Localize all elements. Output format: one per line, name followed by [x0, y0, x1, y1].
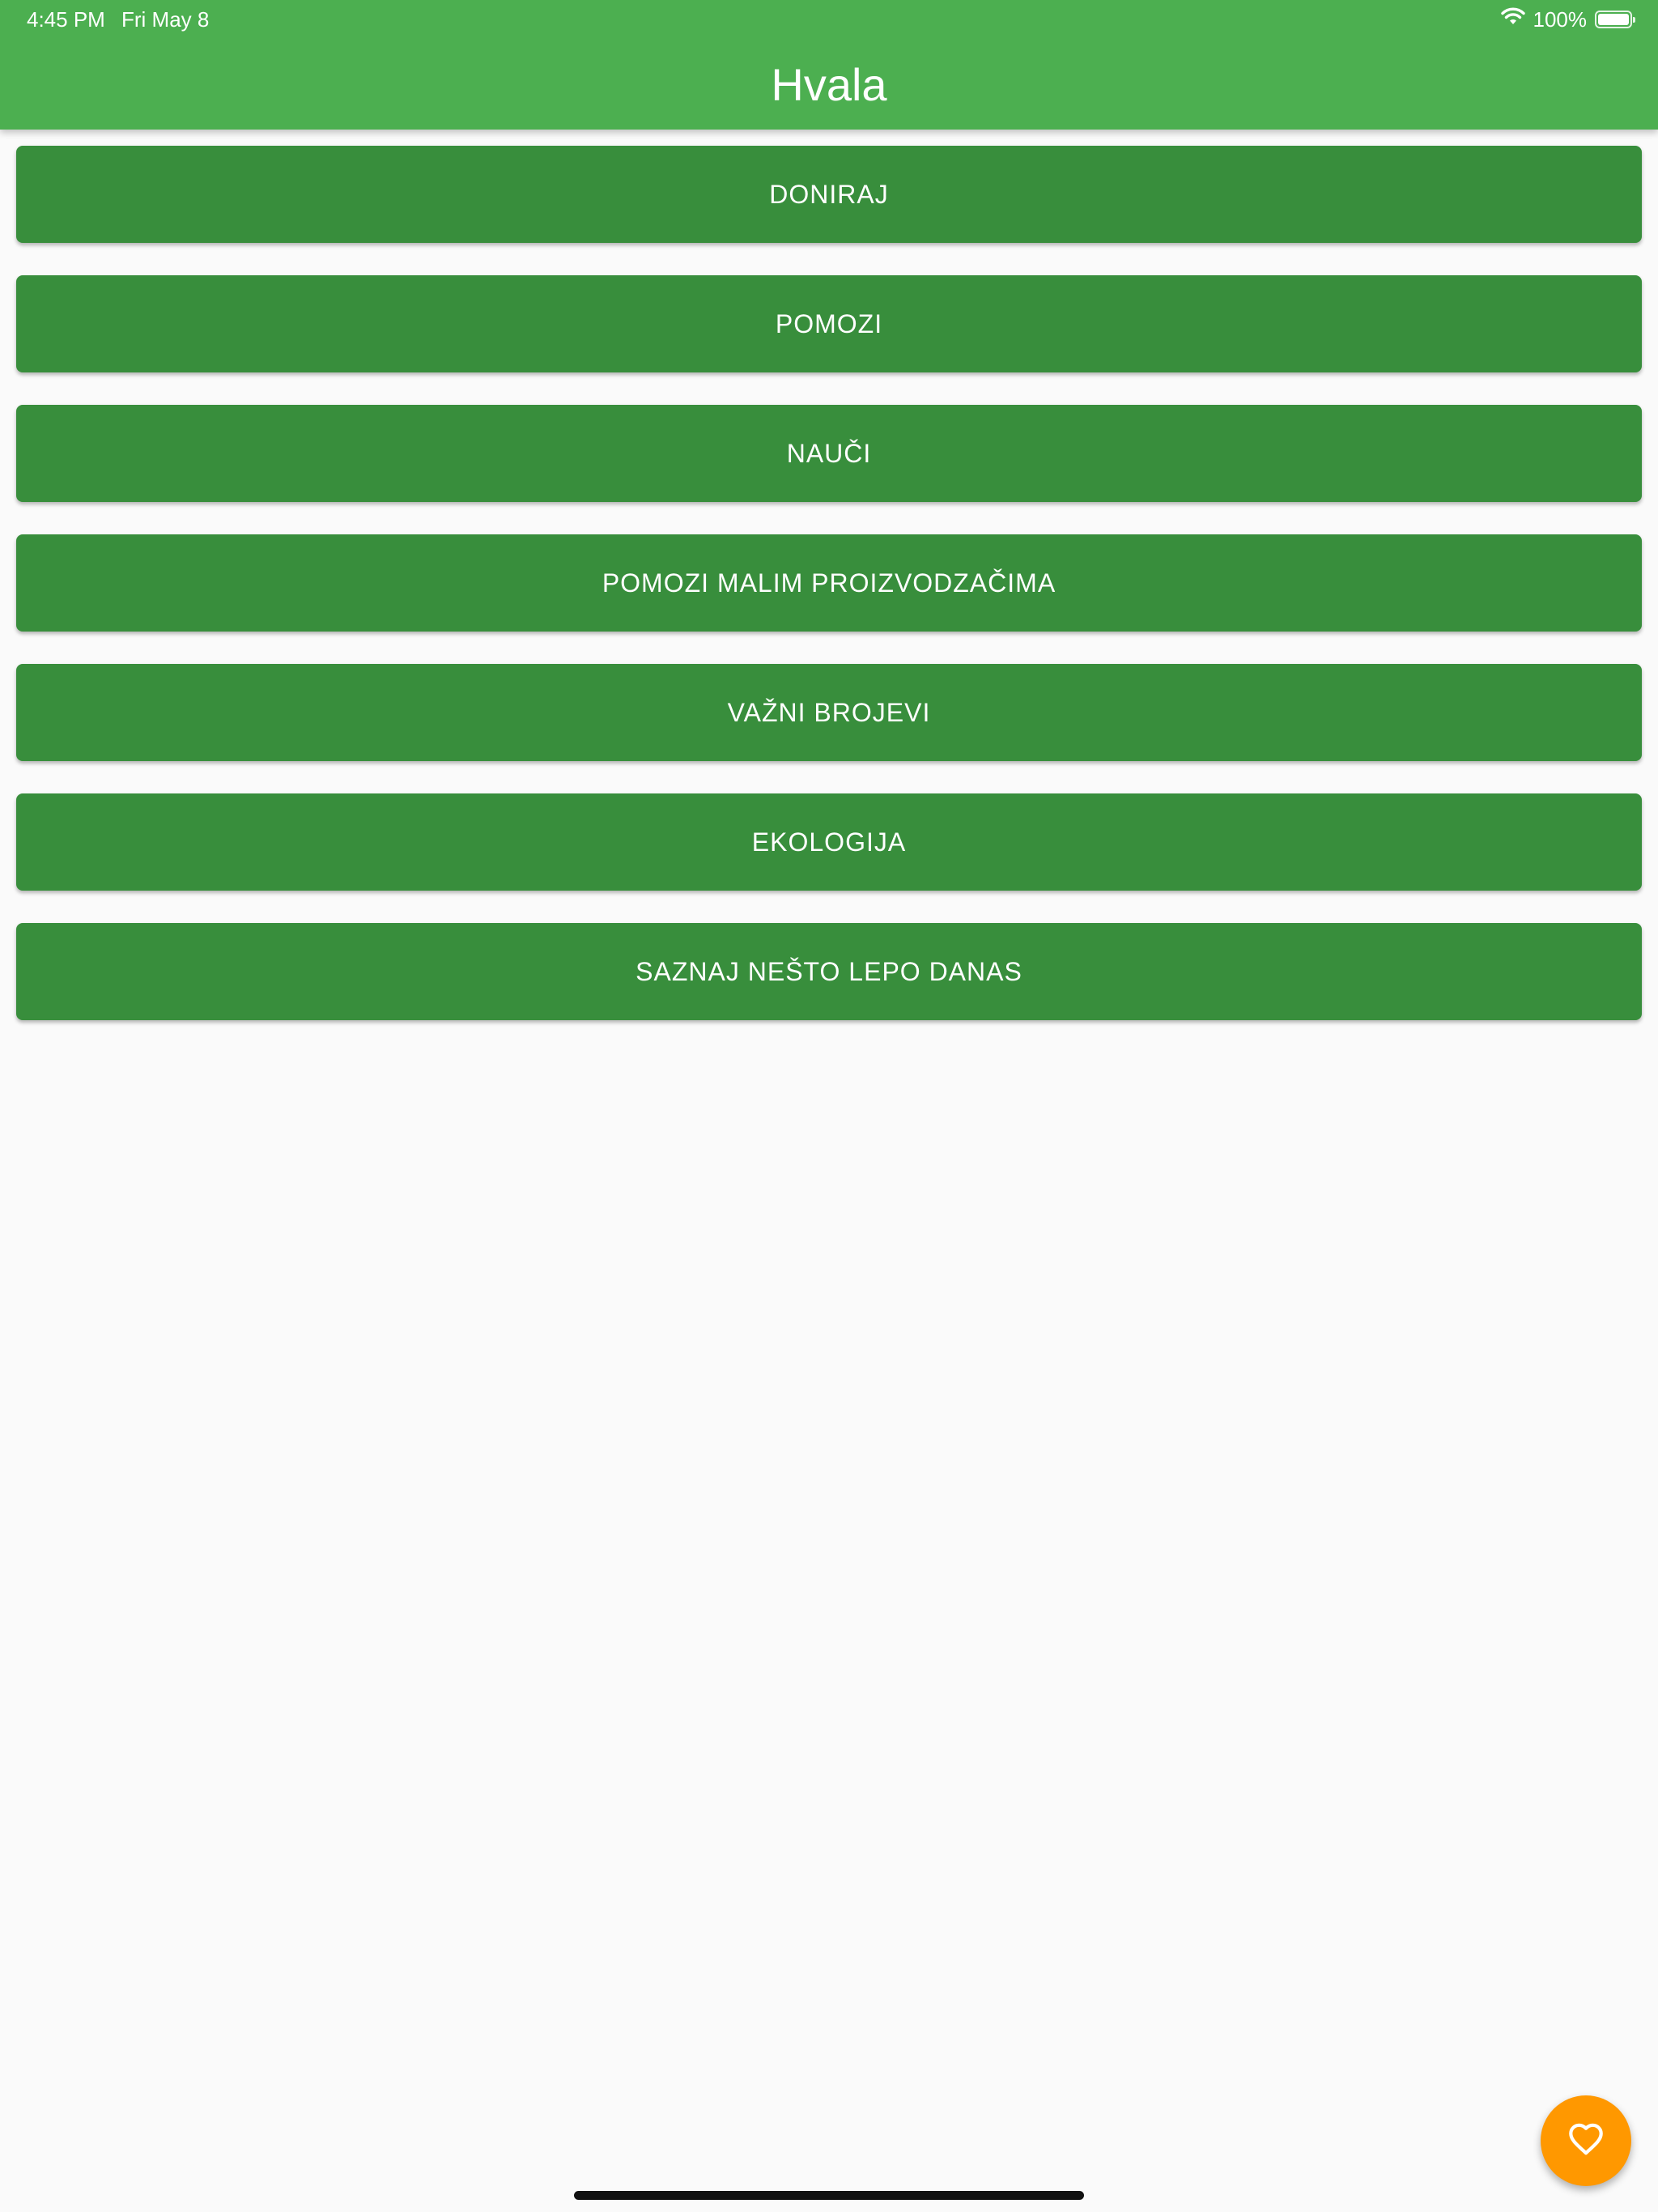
status-date: Fri May 8: [121, 7, 210, 32]
battery-level: [1598, 14, 1629, 25]
menu-button-ekologija[interactable]: EKOLOGIJA: [16, 793, 1642, 891]
battery-tip: [1633, 17, 1635, 23]
menu-button-doniraj[interactable]: DONIRAJ: [16, 146, 1642, 243]
heart-outline-icon: [1567, 2122, 1605, 2160]
menu-button-saznaj-nesto-lepo-danas[interactable]: SAZNAJ NEŠTO LEPO DANAS: [16, 923, 1642, 1020]
menu-button-pomozi[interactable]: POMOZI: [16, 275, 1642, 372]
home-indicator[interactable]: [574, 2191, 1084, 2200]
wifi-icon: [1500, 7, 1525, 32]
menu-button-vazni-brojevi[interactable]: VAŽNI BROJEVI: [16, 664, 1642, 761]
battery-icon: [1595, 11, 1635, 28]
favorite-fab-button[interactable]: [1541, 2095, 1631, 2186]
menu-button-pomozi-malim-proizvodzacima[interactable]: POMOZI MALIM PROIZVODZAČIMA: [16, 534, 1642, 632]
status-time: 4:45 PM: [27, 7, 105, 32]
menu-list: DONIRAJ POMOZI NAUČI POMOZI MALIM PROIZV…: [16, 146, 1642, 1053]
battery-percent: 100%: [1533, 6, 1588, 32]
status-indicators: 100%: [1500, 6, 1635, 32]
menu-button-nauci[interactable]: NAUČI: [16, 405, 1642, 502]
page-title: Hvala: [771, 59, 887, 110]
app-bar: 4:45 PM Fri May 8 100% Hvala: [0, 0, 1658, 130]
